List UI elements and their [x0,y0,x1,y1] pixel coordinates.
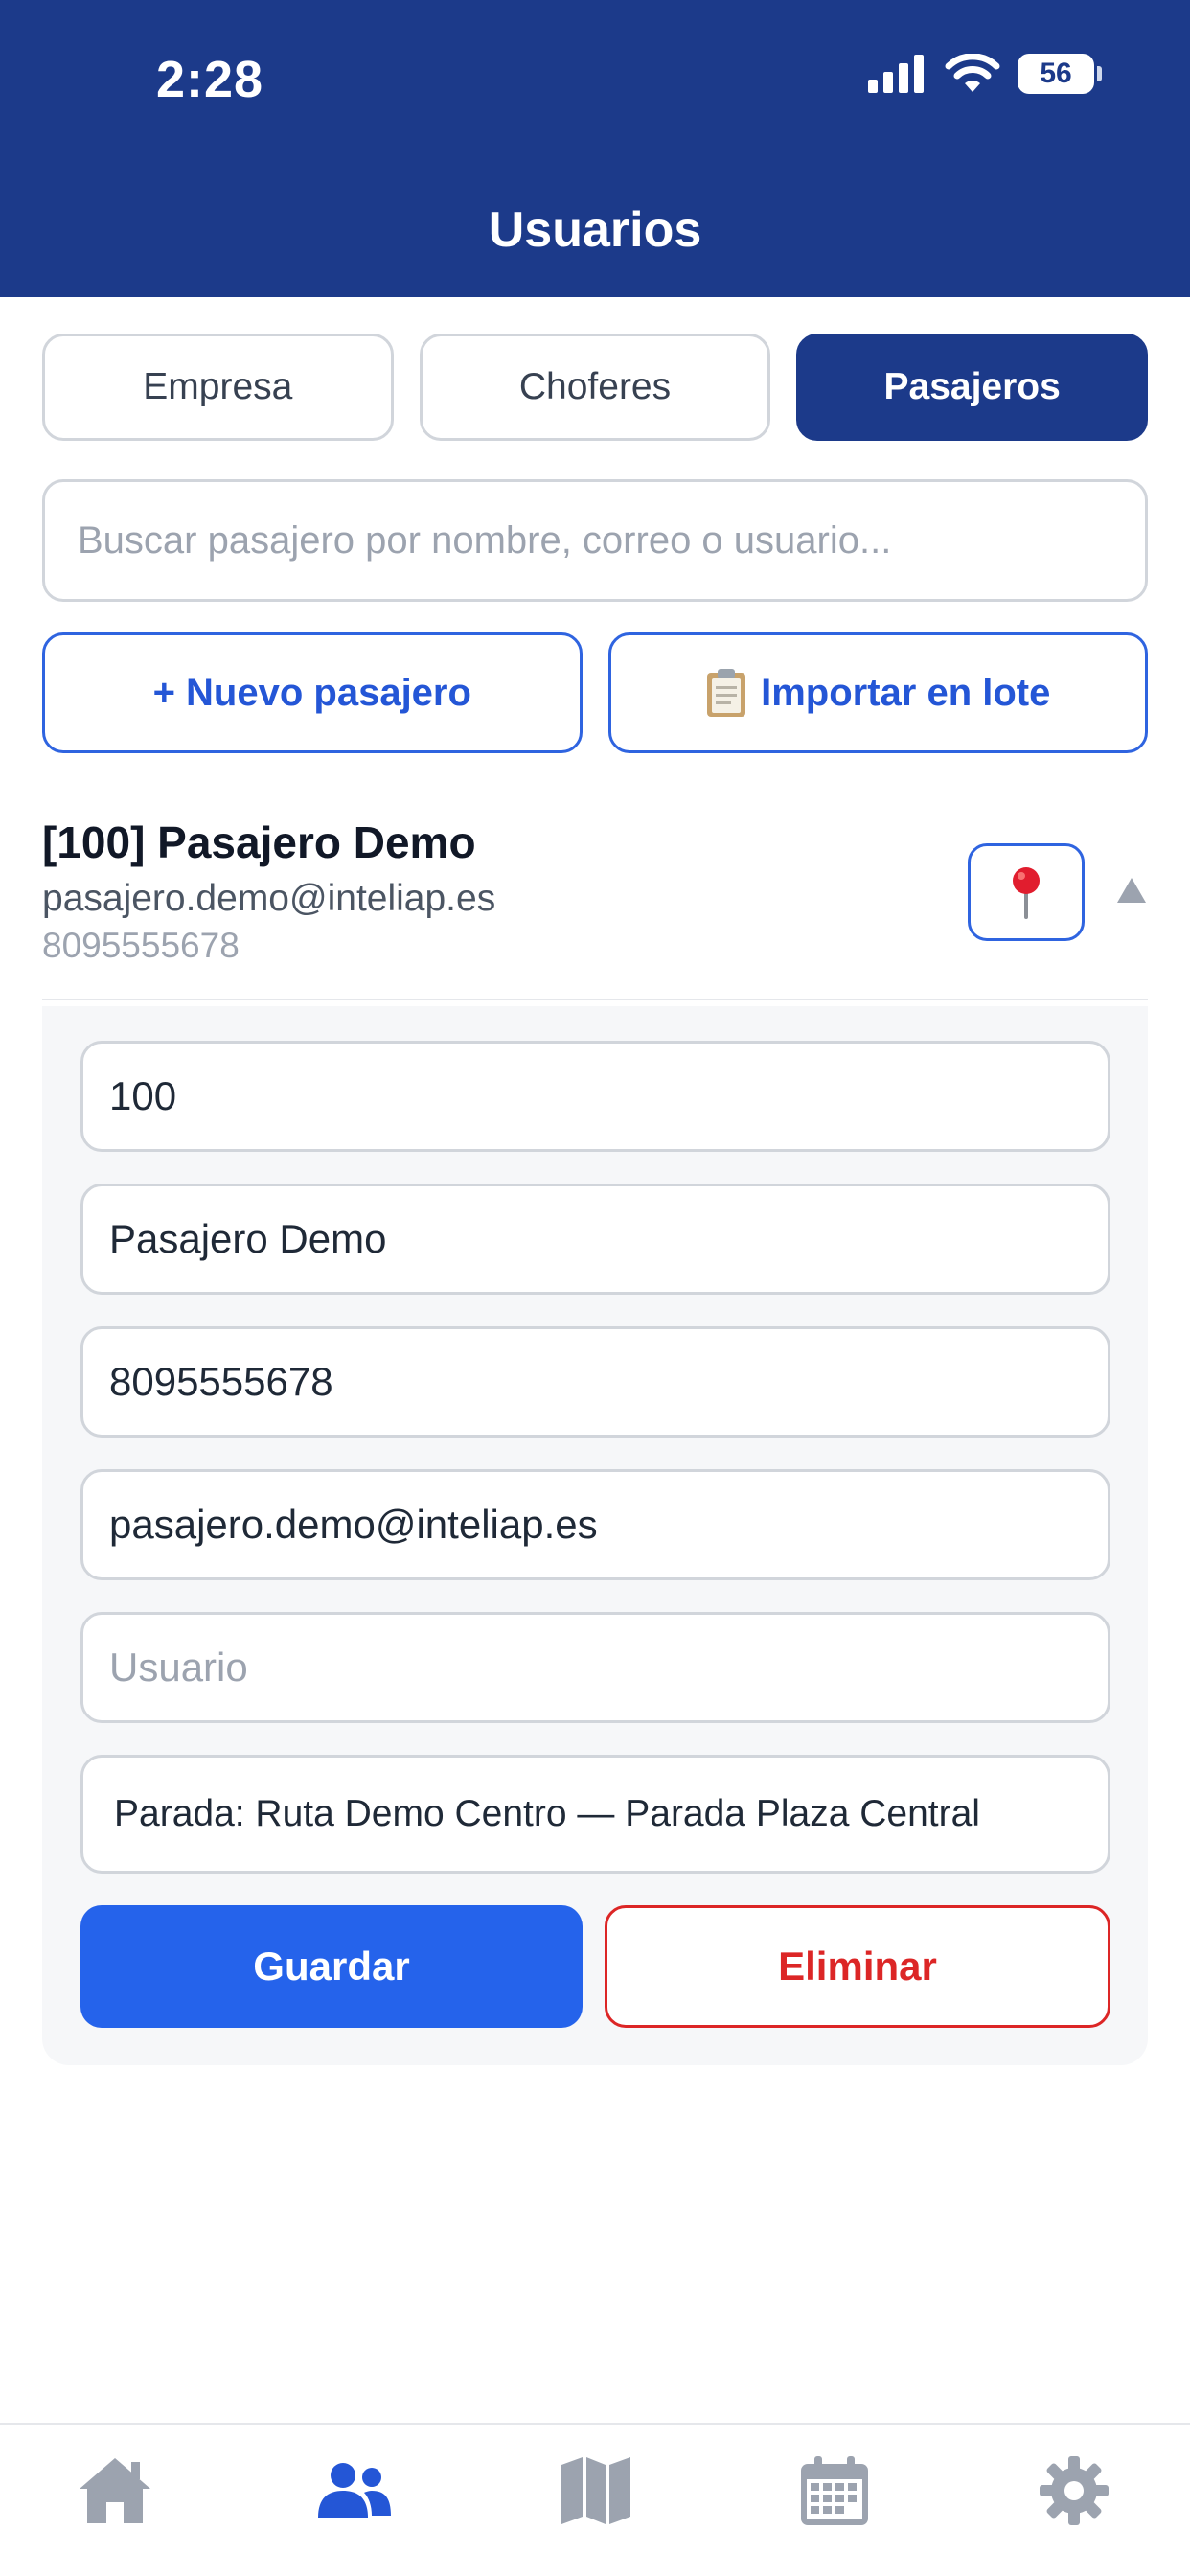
bottom-nav [0,2423,1190,2576]
delete-button[interactable]: Eliminar [605,1905,1110,2028]
nav-map[interactable] [553,2448,639,2534]
name-field[interactable] [80,1184,1110,1295]
gear-icon [1040,2456,1109,2525]
phone-field[interactable] [80,1326,1110,1438]
passenger-edit-panel: Parada: Ruta Demo Centro — Parada Plaza … [42,1006,1148,2065]
nav-calendar[interactable] [791,2448,878,2534]
users-icon [318,2463,391,2518]
nav-settings[interactable] [1031,2448,1117,2534]
location-pin-button[interactable] [968,843,1085,941]
new-passenger-button[interactable]: + Nuevo pasajero [42,632,583,753]
search-input[interactable] [42,479,1148,602]
tab-choferes[interactable]: Choferes [419,334,771,441]
stop-select[interactable]: Parada: Ruta Demo Centro — Parada Plaza … [80,1755,1110,1874]
page-title: Usuarios [488,202,702,258]
save-button[interactable]: Guardar [80,1905,583,2028]
new-passenger-label: + Nuevo pasajero [152,671,471,714]
username-field[interactable] [80,1612,1110,1723]
divider [42,999,1148,1000]
home-icon [80,2458,150,2523]
map-icon [561,2457,630,2524]
battery-level: 56 [1040,58,1072,89]
pin-icon [1013,867,1040,919]
calendar-icon [801,2456,868,2525]
app-header: 2:28 56 Usuarios [0,0,1190,297]
passenger-phone: 8095555678 [42,926,240,965]
clipboard-icon [707,669,746,717]
nav-users[interactable] [311,2448,398,2534]
passenger-title[interactable]: [100] Pasajero Demo [42,816,476,868]
wifi-icon [945,54,1000,92]
stop-select-value: Parada: Ruta Demo Centro — Parada Plaza … [114,1793,980,1834]
import-batch-button[interactable]: Importar en lote [607,632,1148,753]
battery-indicator: 56 [1018,54,1102,94]
import-batch-label: Importar en lote [761,671,1051,714]
user-type-tabs: Empresa Choferes Pasajeros [42,334,1149,441]
signal-icon [868,55,924,93]
status-time: 2:28 [156,51,264,108]
status-icons: 56 [868,54,1102,94]
passenger-email: pasajero.demo@inteliap.es [42,878,496,919]
tab-empresa[interactable]: Empresa [42,334,394,441]
nav-home[interactable] [72,2448,158,2534]
id-field[interactable] [80,1041,1110,1152]
email-field[interactable] [80,1469,1110,1580]
action-buttons: + Nuevo pasajero Importar en lote [42,632,1148,753]
collapse-arrow-icon[interactable] [1117,878,1146,903]
tab-pasajeros[interactable]: Pasajeros [796,334,1149,441]
